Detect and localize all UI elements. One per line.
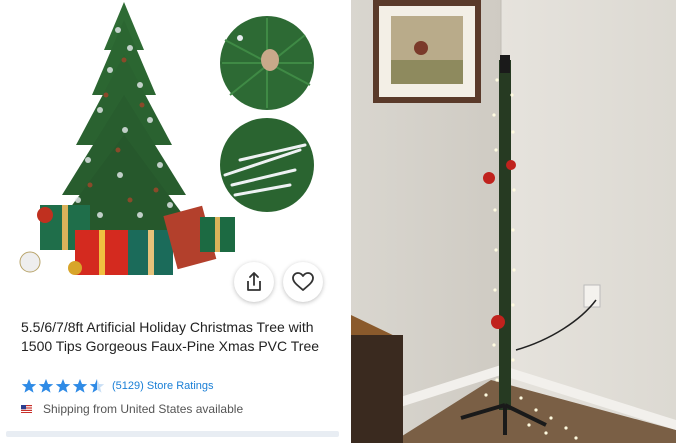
star-icon (38, 379, 54, 393)
star-rating (21, 378, 105, 394)
us-flag-icon (21, 405, 32, 413)
star-icon (72, 379, 88, 393)
rating-row[interactable]: (5129) Store Ratings (21, 377, 214, 395)
real-life-photo-panel (351, 0, 676, 443)
share-button[interactable] (234, 262, 274, 302)
product-listing-panel: 5.5/6/7/8ft Artificial Holiday Christmas… (0, 0, 348, 443)
star-icon (89, 379, 105, 393)
shipping-text: Shipping from United States available (43, 402, 244, 416)
star-icon (55, 379, 71, 393)
detail-image-pinecone (220, 16, 314, 110)
star-icon (21, 379, 37, 393)
received-tree-photo (351, 0, 676, 443)
store-ratings-link[interactable]: (5129) Store Ratings (112, 380, 214, 392)
detail-image-frosted-tips (220, 118, 314, 212)
framed-picture (373, 0, 481, 103)
christmas-tree-image (50, 2, 198, 235)
heart-icon (292, 272, 314, 291)
product-title[interactable]: 5.5/6/7/8ft Artificial Holiday Christmas… (21, 318, 321, 356)
bottom-separator (6, 431, 339, 437)
favorite-button[interactable] (283, 262, 323, 302)
share-icon (247, 272, 261, 291)
wall-outlet (583, 284, 601, 308)
product-image[interactable] (0, 0, 348, 300)
shipping-info: Shipping from United States available (21, 402, 243, 416)
